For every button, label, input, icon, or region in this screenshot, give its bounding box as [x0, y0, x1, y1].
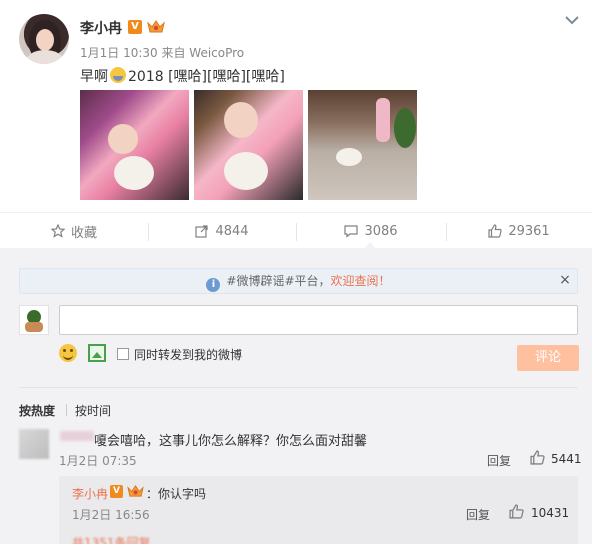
member-crown-icon [127, 485, 144, 497]
comment-like-count: 5441 [551, 452, 582, 466]
commenter-name-redacted[interactable] [60, 431, 94, 441]
reply-time: 1月2日 16:56 [72, 508, 150, 522]
notice-link[interactable]: 欢迎查阅！ [331, 274, 391, 288]
comment-reply-button[interactable]: 回复 [487, 452, 511, 469]
emoji-icon[interactable] [59, 344, 77, 362]
notice-text: #微博辟谣#平台， [226, 274, 331, 288]
close-icon[interactable]: × [556, 271, 574, 289]
post-text-prefix: 早啊 [80, 69, 108, 85]
emoji-icon [110, 67, 126, 83]
comment-icon [344, 225, 359, 238]
repost-button[interactable]: 4844 [148, 213, 296, 249]
post-meta: 1月1日 10:30 来自 WeicoPro [80, 46, 245, 60]
author-avatar[interactable] [19, 14, 69, 64]
rumor-notice-banner: i #微博辟谣#平台，欢迎查阅！ [19, 268, 578, 294]
commenter-avatar[interactable] [19, 429, 49, 459]
thumbs-up-icon [488, 224, 502, 238]
comment-input[interactable] [59, 305, 578, 335]
submit-comment-button[interactable]: 评论 [517, 345, 579, 371]
repost-count: 4844 [215, 223, 249, 239]
reply-reply-button[interactable]: 回复 [466, 506, 490, 523]
like-button[interactable]: 29361 [446, 213, 592, 249]
reply-author-name[interactable]: 李小冉 [72, 485, 108, 502]
share-icon [195, 225, 209, 238]
repost-checkbox-label: 同时转发到我的微博 [134, 348, 243, 362]
weibo-post: 李小冉 V 1月1日 10:30 来自 WeicoPro 早啊 2018 [嘿哈]… [0, 0, 592, 212]
post-text: 早啊 2018 [嘿哈][嘿哈][嘿哈] [80, 66, 285, 86]
sort-by-hot-tab[interactable]: 按热度 [19, 402, 55, 419]
post-image-2[interactable] [194, 90, 303, 200]
divider [19, 387, 578, 388]
comments-pointer [364, 242, 376, 249]
post-image-3[interactable] [308, 90, 417, 200]
reply-like-count: 10431 [531, 506, 570, 520]
verified-badge: V [110, 485, 123, 498]
more-replies-link[interactable]: 共1351条回复 [72, 534, 151, 544]
post-action-bar: 收藏 4844 3086 29361 [0, 212, 592, 248]
verified-badge: V [128, 20, 142, 34]
divider [66, 404, 67, 416]
comment-text: 嗄会嘻哈，这事儿你怎么解释？你怎么面对甜馨 [94, 434, 368, 449]
comment-time: 1月2日 07:35 [59, 454, 137, 468]
post-image-1[interactable] [80, 90, 189, 200]
star-icon [50, 224, 65, 238]
member-crown-icon [147, 20, 165, 33]
sort-by-time-tab[interactable]: 按时间 [75, 402, 111, 419]
like-count: 29361 [508, 223, 550, 239]
author-name[interactable]: 李小冉 [80, 18, 122, 38]
image-icon[interactable] [88, 344, 106, 362]
thumbs-up-icon[interactable] [509, 504, 524, 519]
favorite-label: 收藏 [70, 225, 97, 241]
my-avatar [19, 305, 49, 335]
favorite-button[interactable]: 收藏 [0, 213, 148, 249]
comment-count: 3086 [364, 223, 398, 239]
chevron-down-icon[interactable] [562, 12, 582, 28]
post-text-suffix: 2018 [嘿哈][嘿哈][嘿哈] [128, 69, 285, 85]
reply-text: ：你认字吗 [146, 487, 207, 501]
info-icon: i [206, 278, 221, 292]
repost-checkbox[interactable] [117, 348, 129, 360]
thumbs-up-icon[interactable] [530, 450, 545, 465]
